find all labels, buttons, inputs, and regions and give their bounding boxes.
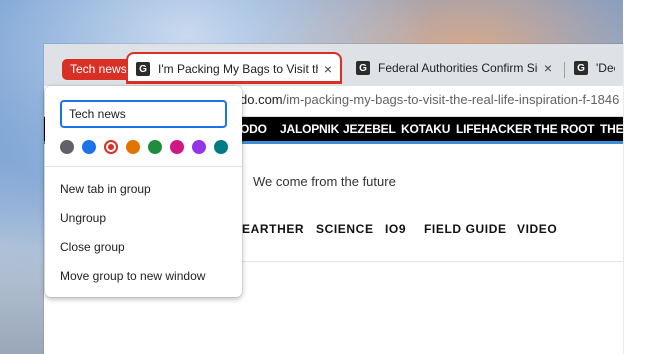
menu-divider (45, 166, 242, 167)
site-tagline: We come from the future (253, 174, 396, 189)
gizmodo-favicon-icon: G (356, 61, 370, 75)
network-link[interactable]: JEZEBEL (343, 122, 396, 136)
color-swatch-purple[interactable] (192, 140, 206, 154)
section-link[interactable]: IO9 (385, 222, 406, 236)
menu-item-move-group[interactable]: Move group to new window (60, 269, 205, 283)
tab-separator (564, 62, 565, 78)
content-divider (234, 261, 623, 262)
selected-dot-icon (108, 144, 114, 150)
network-link[interactable]: ODO (240, 122, 267, 136)
tab-group-underline (126, 81, 342, 84)
url-path: /im-packing-my-bags-to-visit-the-real-li… (282, 92, 620, 107)
tab-active[interactable]: G I'm Packing My Bags to Visit the × (126, 52, 342, 84)
color-swatch-red[interactable] (104, 140, 118, 154)
color-swatch-green[interactable] (148, 140, 162, 154)
screen-margin (623, 0, 649, 354)
gizmodo-favicon-icon: G (136, 62, 150, 76)
network-link[interactable]: THE ROOT (534, 122, 595, 136)
color-swatch-pink[interactable] (170, 140, 184, 154)
section-link[interactable]: EARTHER (242, 222, 304, 236)
network-link[interactable]: KOTAKU (401, 122, 450, 136)
gizmodo-favicon-icon: G (574, 61, 588, 75)
tab-deep[interactable]: G 'Deep (566, 52, 623, 84)
network-link[interactable]: THE (600, 122, 623, 136)
color-swatch-grey[interactable] (60, 140, 74, 154)
group-name-input[interactable] (60, 100, 227, 128)
menu-item-new-tab-in-group[interactable]: New tab in group (60, 182, 151, 196)
url-host: do.com (240, 92, 283, 107)
tab-federal-authorities[interactable]: G Federal Authorities Confirm Sigh × (348, 52, 560, 84)
menu-item-close-group[interactable]: Close group (60, 240, 125, 254)
section-link[interactable]: VIDEO (517, 222, 557, 236)
address-bar[interactable]: do.com/im-packing-my-bags-to-visit-the-r… (240, 92, 623, 107)
color-swatch-blue[interactable] (82, 140, 96, 154)
tab-group-chip[interactable]: Tech news (62, 59, 135, 80)
color-swatch-cyan[interactable] (214, 140, 228, 154)
tab-title: Federal Authorities Confirm Sigh (378, 61, 538, 75)
section-link[interactable]: SCIENCE (316, 222, 374, 236)
tab-group-editor: New tab in group Ungroup Close group Mov… (45, 86, 242, 297)
network-link[interactable]: LIFEHACKER (456, 122, 532, 136)
close-icon[interactable]: × (544, 60, 552, 76)
close-icon[interactable]: × (324, 61, 332, 77)
menu-item-ungroup[interactable]: Ungroup (60, 211, 106, 225)
color-swatch-yellow[interactable] (126, 140, 140, 154)
tab-title: I'm Packing My Bags to Visit the (158, 62, 318, 76)
network-link[interactable]: JALOPNIK (280, 122, 339, 136)
section-link[interactable]: FIELD GUIDE (424, 222, 507, 236)
tab-title: 'Deep (596, 61, 615, 75)
tab-strip: Tech news G I'm Packing My Bags to Visit… (44, 44, 623, 86)
